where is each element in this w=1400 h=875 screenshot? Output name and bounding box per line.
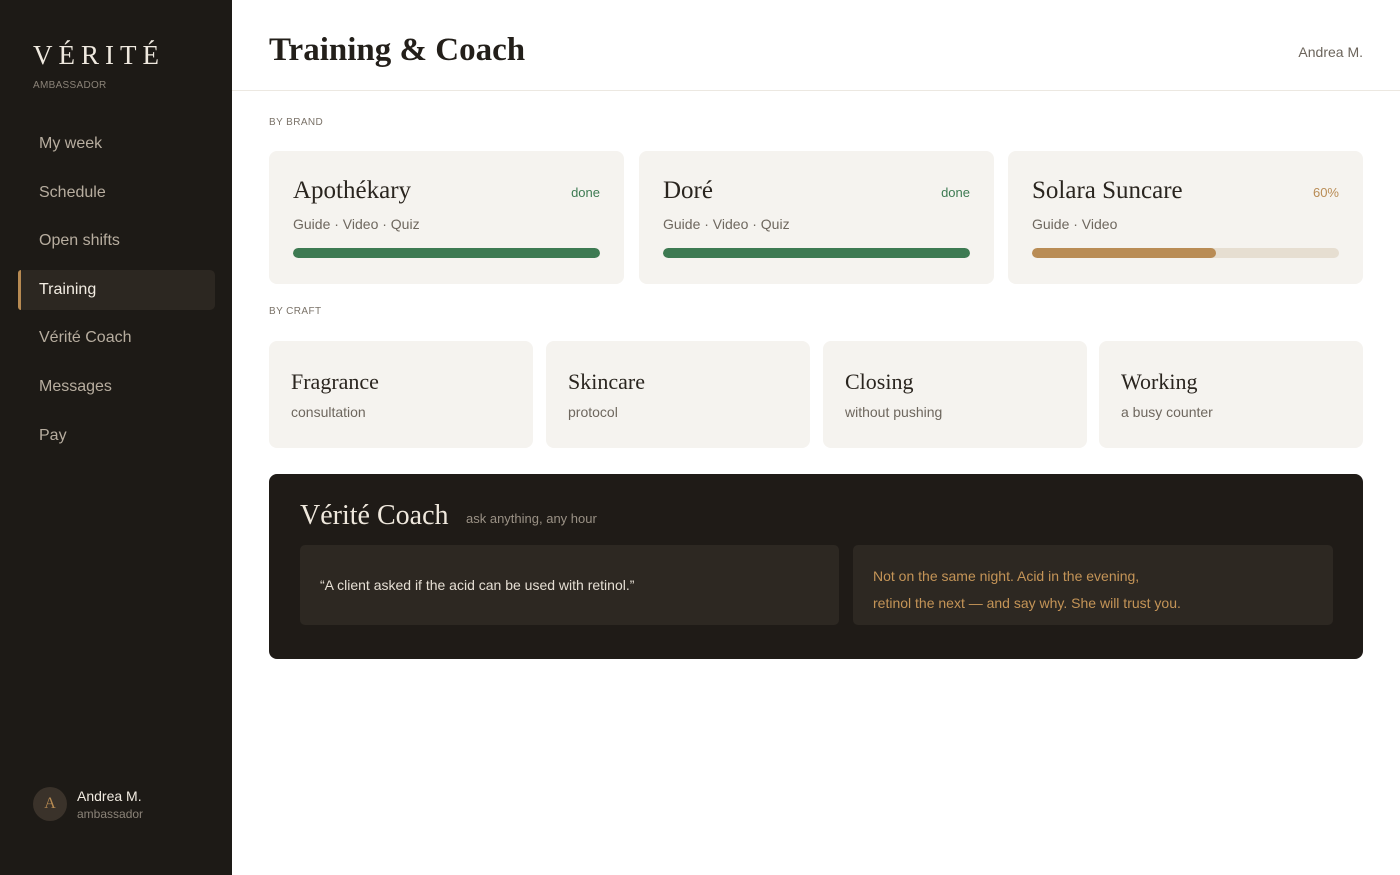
coach-answer-line: Not on the same night. Acid in the eveni… [873, 568, 1140, 584]
coach-panel: Vérité Coach ask anything, any hour “A c… [269, 474, 1363, 659]
progress-fill [663, 248, 970, 258]
craft-card-working[interactable]: Working a busy counter [1099, 341, 1363, 448]
sidebar-item-messages[interactable]: Messages [18, 367, 215, 407]
page-title: Training & Coach [269, 32, 526, 68]
craft-card-subtitle: a busy counter [1121, 404, 1213, 420]
coach-answer-bubble: Not on the same night. Acid in the eveni… [853, 545, 1333, 625]
sidebar-item-open-shifts[interactable]: Open shifts [18, 221, 215, 261]
brand-card-dore[interactable]: Doré done Guide · Video · Quiz [639, 151, 994, 284]
craft-card-title: Skincare [568, 369, 645, 394]
brand-card-apothekary[interactable]: Apothékary done Guide · Video · Quiz [269, 151, 624, 284]
craft-card-closing[interactable]: Closing without pushing [823, 341, 1087, 448]
brand-card-name: Solara Suncare [1032, 177, 1183, 204]
coach-subtitle: ask anything, any hour [466, 511, 597, 526]
sidebar-item-verite-coach[interactable]: Vérité Coach [18, 318, 215, 358]
user-role: ambassador [77, 806, 144, 821]
craft-card-subtitle: without pushing [845, 404, 943, 420]
section-label-by-brand: BY BRAND [269, 117, 324, 128]
brand-card-solara-suncare[interactable]: Solara Suncare 60% Guide · Video [1008, 151, 1363, 284]
progress-fill [293, 248, 600, 258]
craft-card-title: Working [1121, 369, 1198, 394]
craft-card-skincare[interactable]: Skincare protocol [546, 341, 810, 448]
brand-card-modules: Guide · Video · Quiz [293, 216, 420, 232]
progress-track [663, 248, 970, 258]
craft-card-subtitle: consultation [291, 404, 366, 420]
brand-card-modules: Guide · Video · Quiz [663, 216, 790, 232]
brand-card-modules: Guide · Video [1032, 216, 1118, 232]
progress-track [1032, 248, 1339, 258]
craft-card-title: Closing [845, 369, 914, 394]
sidebar-item-my-week[interactable]: My week [18, 124, 215, 164]
avatar: A [33, 787, 67, 821]
craft-card-fragrance[interactable]: Fragrance consultation [269, 341, 533, 448]
coach-answer-line: retinol the next — and say why. She will… [873, 595, 1181, 611]
coach-question-bubble: “A client asked if the acid can be used … [300, 545, 839, 625]
sidebar-nav: My week Schedule Open shifts Training Vé… [18, 124, 215, 464]
status-badge: done [571, 185, 600, 200]
progress-fill [1032, 248, 1217, 258]
user-name: Andrea M. [77, 787, 142, 804]
sidebar-item-training[interactable]: Training [18, 269, 215, 310]
page-header: Training & Coach Andrea M. [232, 0, 1400, 91]
user-profile[interactable]: A Andrea M. ambassador [33, 787, 143, 821]
coach-title: Vérité Coach [300, 500, 449, 531]
brand-logo: VÉRITÉ [33, 40, 165, 70]
sidebar-item-pay[interactable]: Pay [18, 416, 215, 456]
sidebar: VÉRITÉ AMBASSADOR My week Schedule Open … [0, 0, 232, 875]
progress-track [293, 248, 600, 258]
coach-question-text: “A client asked if the acid can be used … [320, 577, 635, 593]
craft-card-title: Fragrance [291, 369, 379, 394]
brand-subtitle: AMBASSADOR [33, 80, 107, 91]
status-badge: 60% [1312, 185, 1339, 200]
craft-card-subtitle: protocol [568, 404, 618, 420]
header-user-name[interactable]: Andrea M. [1298, 44, 1363, 60]
brand-card-name: Apothékary [293, 177, 412, 204]
status-badge: done [941, 185, 970, 200]
sidebar-item-schedule[interactable]: Schedule [18, 173, 215, 213]
brand-card-name: Doré [663, 177, 713, 204]
section-label-by-craft: BY CRAFT [269, 306, 322, 317]
